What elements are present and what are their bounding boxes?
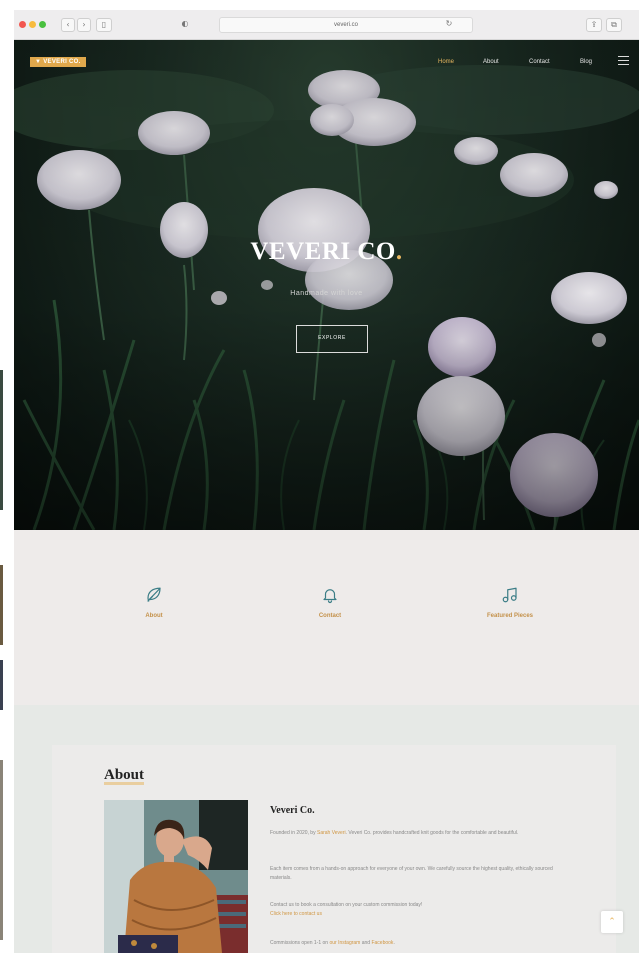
hero-title-tail: CO <box>350 238 396 265</box>
about-paragraph-1: Founded in 2020, by Sarah Veveri. Veveri… <box>270 829 570 838</box>
founder-link[interactable]: Sarah Veveri <box>317 830 346 836</box>
sidebar-icon[interactable]: ▯ <box>96 18 112 32</box>
left-edge-strip <box>0 370 3 510</box>
about-paragraph-3: Contact us to book a consultation on you… <box>270 901 570 919</box>
about-section: About Veveri Co. Founded in 2020, by Sar… <box>14 705 639 953</box>
about-name: Veveri Co. <box>270 805 315 816</box>
about-text: and <box>360 940 372 946</box>
contact-link[interactable]: Click here to contact us <box>270 911 322 917</box>
logo-text: VEVERI CO. <box>43 59 81 65</box>
privacy-icon[interactable]: ◐ <box>179 18 191 30</box>
feature-about[interactable]: About <box>94 586 214 619</box>
feature-label: Contact <box>318 613 342 619</box>
instagram-link[interactable]: our Instagram <box>329 940 360 946</box>
hero-title-main: VEVERI <box>250 238 351 265</box>
about-paragraph-4: Commissions open 1-1 on our Instagram an… <box>270 939 570 948</box>
facebook-link[interactable]: Facebook <box>371 940 393 946</box>
founder-photo <box>104 800 248 953</box>
about-paragraph-2: Each item comes from a hands-on approach… <box>270 866 553 881</box>
feature-contact[interactable]: Contact <box>270 586 390 619</box>
nav-home[interactable]: Home <box>438 57 454 67</box>
leaf-icon <box>147 587 161 602</box>
close-window-button[interactable] <box>19 21 26 28</box>
nav-blog[interactable]: Blog <box>580 57 592 67</box>
hamburger-menu-icon[interactable] <box>618 56 629 66</box>
feature-label: Featured Pieces <box>486 613 534 619</box>
about-heading: About <box>104 767 145 785</box>
about-text: Contact us to book a consultation on you… <box>270 902 423 908</box>
feature-label: About <box>145 613 163 619</box>
address-bar[interactable]: veveri.co <box>219 17 473 33</box>
hero-subtitle: Handmade with love <box>290 290 363 297</box>
share-icon[interactable]: ⇪ <box>586 18 602 32</box>
browser-toolbar: ‹ › ▯ ◐ veveri.co ↻ ⇪ ⧉ <box>14 10 639 40</box>
founder-portrait-image <box>104 800 248 953</box>
hero-section: ▼ VEVERI CO. Home About Contact Blog VEVE… <box>14 40 639 530</box>
minimize-window-button[interactable] <box>29 21 36 28</box>
features-section: About Contact Featured Pieces <box>14 530 639 705</box>
tabs-icon[interactable]: ⧉ <box>606 18 622 32</box>
forward-icon[interactable]: › <box>77 18 91 32</box>
hero-title: VEVERI CO. <box>14 238 639 266</box>
back-icon[interactable]: ‹ <box>61 18 75 32</box>
scroll-to-top-button[interactable]: ⌃ <box>601 911 623 933</box>
feature-featured-pieces[interactable]: Featured Pieces <box>450 586 570 619</box>
bell-icon <box>323 589 337 604</box>
chevron-up-icon: ⌃ <box>608 917 616 927</box>
hero-explore-button[interactable]: EXPLORE <box>296 325 368 353</box>
logo-mark-icon: ▼ <box>35 59 42 65</box>
nav-contact[interactable]: Contact <box>529 57 550 67</box>
about-text: . <box>393 940 395 946</box>
about-text: . Veveri Co. provides handcrafted knit g… <box>345 830 519 836</box>
about-text: Founded in 2020, by <box>270 830 317 836</box>
reload-icon[interactable]: ↻ <box>444 18 454 30</box>
nav-about[interactable]: About <box>483 57 499 67</box>
about-heading-text: About <box>104 767 145 783</box>
hero-title-dot: . <box>395 238 403 265</box>
music-icon <box>502 587 517 603</box>
about-text: Commissions open 1-1 on <box>270 940 330 946</box>
url-text: veveri.co <box>333 22 358 28</box>
site-logo[interactable]: ▼ VEVERI CO. <box>30 57 86 67</box>
hero-background-image <box>14 40 639 530</box>
left-edge-strip <box>0 565 3 645</box>
left-edge-strip <box>0 760 3 940</box>
left-edge-strip <box>0 660 3 710</box>
maximize-window-button[interactable] <box>39 21 46 28</box>
